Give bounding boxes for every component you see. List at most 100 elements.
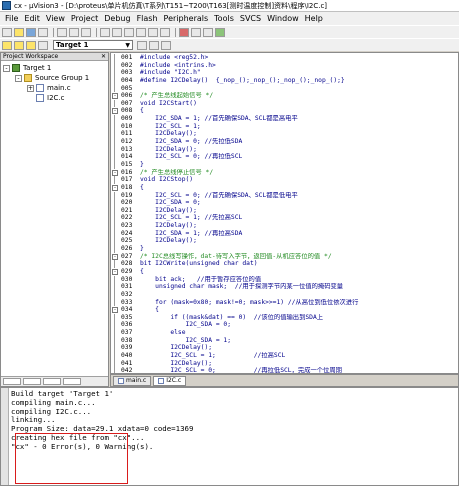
menu-help[interactable]: Help	[302, 14, 326, 23]
file-icon	[158, 377, 165, 384]
fold-toggle-icon[interactable]: -	[112, 169, 118, 176]
fold-gutter: -	[111, 92, 121, 100]
code-line: -008 {	[111, 107, 458, 115]
menu-debug[interactable]: Debug	[101, 14, 133, 23]
line-number: 032	[121, 290, 133, 298]
translate-button[interactable]	[2, 40, 12, 50]
output-dock-handle[interactable]	[1, 388, 9, 485]
save-all-button[interactable]	[38, 27, 48, 37]
save-button[interactable]	[26, 27, 36, 37]
tree-item[interactable]: I2C.c	[3, 93, 106, 103]
line-number: 007	[121, 99, 133, 107]
expand-toggle-icon[interactable]: +	[27, 84, 34, 92]
tab-templates[interactable]	[63, 378, 81, 385]
fold-guide	[114, 214, 115, 223]
tree-item[interactable]: - Target 1	[3, 63, 106, 73]
code-line: 011 I2CDelay();	[111, 130, 458, 139]
fold-guide	[114, 99, 115, 108]
menu-flash[interactable]: Flash	[134, 14, 161, 23]
fold-guide	[114, 329, 115, 337]
line-text: I2C_SCL = 0; //首先确保SDA、SCL都是低电平	[140, 191, 298, 199]
indent-button[interactable]	[148, 27, 158, 37]
code-line: 007 void I2CStart()	[111, 99, 458, 108]
open-file-button[interactable]	[14, 27, 24, 37]
manage-components-button[interactable]	[149, 40, 159, 50]
menu-svcs[interactable]: SVCS	[237, 14, 264, 23]
target-select[interactable]: Target 1 ▼	[53, 40, 133, 50]
menu-tools[interactable]: Tools	[211, 14, 237, 23]
line-number: 013	[121, 145, 133, 153]
cut-button[interactable]	[57, 27, 67, 37]
line-text: }	[140, 245, 144, 253]
menu-project[interactable]: Project	[68, 14, 101, 23]
redo-button[interactable]	[112, 27, 122, 37]
fold-gutter	[111, 260, 121, 268]
expand-toggle-icon[interactable]: -	[3, 64, 10, 72]
find-button[interactable]	[124, 27, 134, 37]
line-text: I2CDelay();	[140, 359, 213, 367]
fold-toggle-icon[interactable]: -	[112, 307, 118, 314]
line-text: I2C_SCL = 0; //再拉低SCL，完成一个位周期	[140, 367, 342, 374]
fold-guide	[114, 367, 115, 373]
new-file-button[interactable]	[2, 27, 12, 37]
close-icon[interactable]: ✕	[101, 53, 106, 60]
tab-files[interactable]	[3, 378, 21, 385]
editor-tabs: main.c I2C.c	[110, 374, 459, 387]
menu-peripherals[interactable]: Peripherals	[161, 14, 212, 23]
menu-file[interactable]: File	[2, 14, 21, 23]
tree-item-label: Target 1	[23, 64, 52, 72]
line-text: if ((mask&dat) == 0) //该位的值输出到SDA上	[140, 313, 324, 321]
tab-i2c-c[interactable]: I2C.c	[153, 375, 187, 386]
expand-toggle-icon[interactable]: -	[15, 74, 22, 82]
fold-guide	[114, 176, 115, 184]
breakpoint-button[interactable]	[191, 27, 201, 37]
find-in-files-button[interactable]	[203, 27, 213, 37]
debug-button[interactable]	[179, 27, 189, 37]
copy-button[interactable]	[69, 27, 79, 37]
fold-toggle-icon[interactable]: -	[112, 268, 118, 275]
fold-toggle-icon[interactable]: -	[112, 184, 118, 191]
app-icon	[2, 1, 11, 10]
line-number: 040	[121, 351, 133, 359]
fold-guide	[114, 290, 115, 299]
fold-toggle-icon[interactable]: -	[112, 253, 118, 260]
code-line: 031 unsigned char mask; //用于探测字节内某一位值的掩码…	[111, 283, 458, 291]
line-text: I2CDelay();	[140, 145, 197, 153]
code-line: 014 I2C_SCL = 0; //再拉低SCL	[111, 153, 458, 161]
menu-edit[interactable]: Edit	[21, 14, 43, 23]
tree-item[interactable]: + main.c	[3, 83, 106, 93]
fold-toggle-icon[interactable]: -	[112, 93, 118, 100]
unindent-button[interactable]	[160, 27, 170, 37]
download-button[interactable]	[38, 40, 48, 50]
fold-guide	[114, 69, 115, 77]
menu-view[interactable]: View	[43, 14, 68, 23]
multi-project-button[interactable]	[161, 40, 171, 50]
code-editor[interactable]: 001 #include <reg52.h> 002 #include <intrin…	[110, 52, 459, 374]
fold-guide	[114, 245, 115, 253]
code-line: 036 I2C_SDA = 0;	[111, 321, 458, 330]
run-button[interactable]	[215, 27, 225, 37]
tab-functions[interactable]	[43, 378, 61, 385]
line-text: #include "I2C.h"	[140, 69, 201, 77]
line-number: 027	[121, 252, 133, 260]
options-button[interactable]	[137, 40, 147, 50]
undo-button[interactable]	[100, 27, 110, 37]
paste-button[interactable]	[81, 27, 91, 37]
tree-item[interactable]: - Source Group 1	[3, 73, 106, 83]
rebuild-button[interactable]	[26, 40, 36, 50]
line-number: 014	[121, 153, 133, 161]
fold-gutter: -	[111, 306, 121, 314]
bookmark-button[interactable]	[136, 27, 146, 37]
fold-toggle-icon[interactable]: -	[112, 108, 118, 115]
tab-main-c[interactable]: main.c	[113, 375, 152, 386]
line-number: 018	[121, 183, 133, 191]
project-tree: - Target 1- Source Group 1 + main.c I2C.c	[1, 61, 108, 105]
chevron-down-icon: ▼	[125, 41, 130, 49]
code-line: -006 /* 产生总线起始信号 */	[111, 92, 458, 100]
fold-guide	[114, 61, 115, 70]
line-number: 003	[121, 69, 133, 77]
build-button[interactable]	[14, 40, 24, 50]
menu-window[interactable]: Window	[264, 14, 302, 23]
tab-books[interactable]	[23, 378, 41, 385]
line-text: I2C_SDA = 0; //先拉低SDA	[140, 138, 243, 146]
